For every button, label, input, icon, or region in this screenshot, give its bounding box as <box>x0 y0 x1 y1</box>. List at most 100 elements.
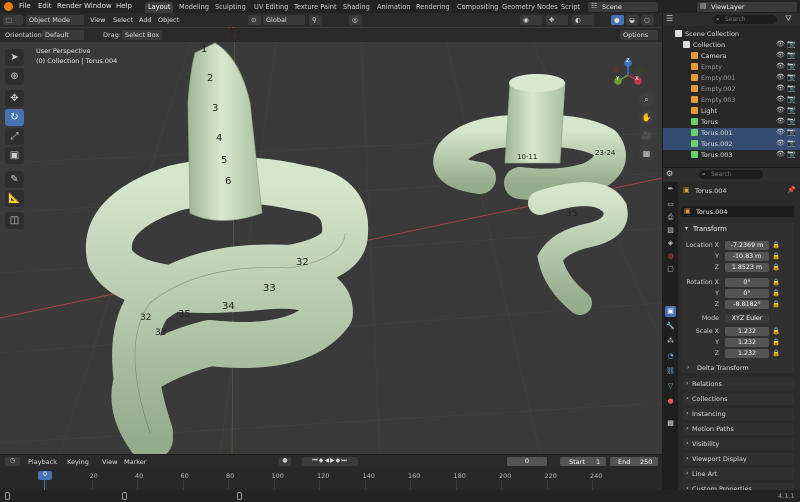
add-cube-tool[interactable]: ◫ <box>5 212 24 229</box>
playback-menu[interactable]: Playback <box>28 458 57 466</box>
camera-render-icon[interactable]: 📷 <box>787 128 796 136</box>
panel-3[interactable]: › Motion Paths <box>683 423 794 435</box>
menu-file[interactable]: File <box>19 2 31 10</box>
outliner-row[interactable]: Collection 👁 📷 <box>663 40 800 51</box>
mode-dropdown[interactable]: Object Mode <box>26 15 84 25</box>
tab-shading[interactable]: Shading <box>340 2 373 13</box>
panel-0[interactable]: › Relations <box>683 378 794 390</box>
eye-icon[interactable]: 👁 <box>776 73 785 81</box>
rotation-x-field[interactable]: 0° <box>725 278 769 287</box>
particles-tab[interactable]: ⁂ <box>665 336 676 347</box>
scale-tool[interactable]: ⤢ <box>5 128 24 145</box>
eye-icon[interactable]: 👁 <box>776 150 785 158</box>
proportional-edit-button[interactable]: ◎ <box>349 15 362 25</box>
object-tab[interactable]: ▣ <box>665 306 676 317</box>
eye-icon[interactable]: 👁 <box>776 40 785 48</box>
filter-icon[interactable]: ⛛ <box>785 14 792 24</box>
transform-panel-title[interactable]: Transform <box>693 225 727 233</box>
outliner-row[interactable]: Empty 👁 📷 <box>663 62 800 73</box>
object-menu[interactable]: Object <box>155 15 182 25</box>
playhead[interactable]: 0 <box>38 471 52 480</box>
panel-5[interactable]: › Viewport Display <box>683 453 794 465</box>
scale-x-field[interactable]: 1.232 <box>725 327 769 336</box>
menu-render[interactable]: Render <box>57 2 82 10</box>
transform-tool[interactable]: ▣ <box>5 147 24 164</box>
scene-selector[interactable]: ☷ Scene <box>588 2 658 12</box>
eye-icon[interactable]: 👁 <box>776 84 785 92</box>
properties-editor-icon[interactable]: ⚙ <box>666 169 673 178</box>
editor-type-button[interactable]: ⬚ <box>3 15 23 25</box>
outliner-row[interactable]: Scene Collection <box>663 29 800 40</box>
playback-controls[interactable]: ⏮◆◀▶◆⏭ <box>302 457 358 466</box>
camera-render-icon[interactable]: 📷 <box>787 84 796 92</box>
visibility-button[interactable]: ◉ <box>520 15 542 25</box>
keying-menu[interactable]: Keying <box>67 458 89 466</box>
pin-icon[interactable]: 📌 <box>787 186 796 194</box>
eye-icon[interactable]: 👁 <box>776 139 785 147</box>
add-menu[interactable]: Add <box>136 15 155 25</box>
properties-search[interactable]: ⌕ Search <box>699 170 763 179</box>
viewlayer-selector[interactable]: ▤ ViewLayer <box>697 2 797 12</box>
constraints-tab[interactable]: ⛓ <box>665 366 676 377</box>
eye-icon[interactable]: 👁 <box>776 62 785 70</box>
camera-render-icon[interactable]: 📷 <box>787 40 796 48</box>
panel-1[interactable]: › Collections <box>683 393 794 405</box>
outliner-row[interactable]: Light 👁 📷 <box>663 106 800 117</box>
view-menu-timeline[interactable]: View <box>102 458 117 466</box>
outliner-row[interactable]: Torus.002 👁 📷 <box>663 139 800 150</box>
overlay-toggle[interactable]: ◐ <box>572 15 594 25</box>
lock-icon[interactable]: 🔒 <box>772 338 780 346</box>
current-frame-field[interactable]: 0 <box>507 457 547 466</box>
move-tool[interactable]: ✥ <box>5 90 24 107</box>
delta-transform-panel[interactable]: › Delta Transform <box>687 364 787 374</box>
menu-help[interactable]: Help <box>116 2 132 10</box>
render-tab[interactable]: ▭ <box>665 199 676 210</box>
options-dropdown[interactable]: Options <box>620 30 658 40</box>
blender-logo-icon[interactable] <box>4 2 13 11</box>
location-z-field[interactable]: 1.8523 m <box>725 263 769 272</box>
scale-y-field[interactable]: 1.232 <box>725 338 769 347</box>
modifier-tab[interactable]: 🔧 <box>665 321 676 332</box>
camera-render-icon[interactable]: 📷 <box>787 139 796 147</box>
view-menu[interactable]: View <box>87 15 108 25</box>
shading-solid-button[interactable]: ● <box>611 15 624 25</box>
tool-tab[interactable]: ✒ <box>665 184 676 195</box>
camera-render-icon[interactable]: 📷 <box>787 95 796 103</box>
tab-texture-paint[interactable]: Texture Paint <box>291 2 340 13</box>
outliner-row[interactable]: Empty.001 👁 📷 <box>663 73 800 84</box>
annotate-tool[interactable]: ✎ <box>5 171 24 188</box>
view-layer-tab[interactable]: ▨ <box>665 225 676 236</box>
lock-icon[interactable]: 🔒 <box>772 327 780 335</box>
rotate-tool[interactable]: ↻ <box>5 109 24 126</box>
tab-layout[interactable]: Layout <box>145 2 174 13</box>
outliner-row[interactable]: Empty.003 👁 📷 <box>663 95 800 106</box>
timeline-ruler[interactable]: 0 20 40 60 80 100 120 140 160 180 200 220 240 <box>0 469 662 490</box>
tab-compositing[interactable]: Compositing <box>454 2 501 13</box>
zoom-button[interactable]: ⌕ <box>639 92 654 107</box>
panel-4[interactable]: › Visibility <box>683 438 794 450</box>
panel-2[interactable]: › Instancing <box>683 408 794 420</box>
collection-tab[interactable]: ▢ <box>665 264 676 275</box>
pivot-button[interactable]: ⊙ <box>248 15 261 25</box>
drag-dropdown[interactable]: Select Box <box>122 30 162 40</box>
physics-tab[interactable]: ◔ <box>665 351 676 362</box>
transform-orientation-dropdown[interactable]: Global <box>263 15 305 25</box>
timeline-editor-icon[interactable]: ◷ <box>5 457 20 466</box>
eye-icon[interactable]: 👁 <box>776 95 785 103</box>
tab-sculpting[interactable]: Sculpting <box>212 2 249 13</box>
tab-animation[interactable]: Animation <box>374 2 414 13</box>
outliner-row[interactable]: Torus.001 👁 📷 <box>663 128 800 139</box>
lock-icon[interactable]: 🔒 <box>772 300 780 308</box>
pan-button[interactable]: ✋ <box>639 110 654 125</box>
camera-view-button[interactable]: 🎥 <box>639 128 654 143</box>
rotation-z-field[interactable]: -8.8182° <box>725 300 769 309</box>
location-x-field[interactable]: -7.2369 m <box>725 241 769 250</box>
rotation-mode-dropdown[interactable]: XYZ Euler <box>725 314 769 323</box>
tab-rendering[interactable]: Rendering <box>413 2 453 13</box>
orientation-dropdown[interactable]: Default <box>42 30 84 40</box>
data-tab[interactable]: ▽ <box>665 381 676 392</box>
lock-icon[interactable]: 🔒 <box>772 241 780 249</box>
eye-icon[interactable]: 👁 <box>776 117 785 125</box>
outliner-row[interactable]: Torus.003 👁 📷 <box>663 150 800 161</box>
camera-render-icon[interactable]: 📷 <box>787 73 796 81</box>
